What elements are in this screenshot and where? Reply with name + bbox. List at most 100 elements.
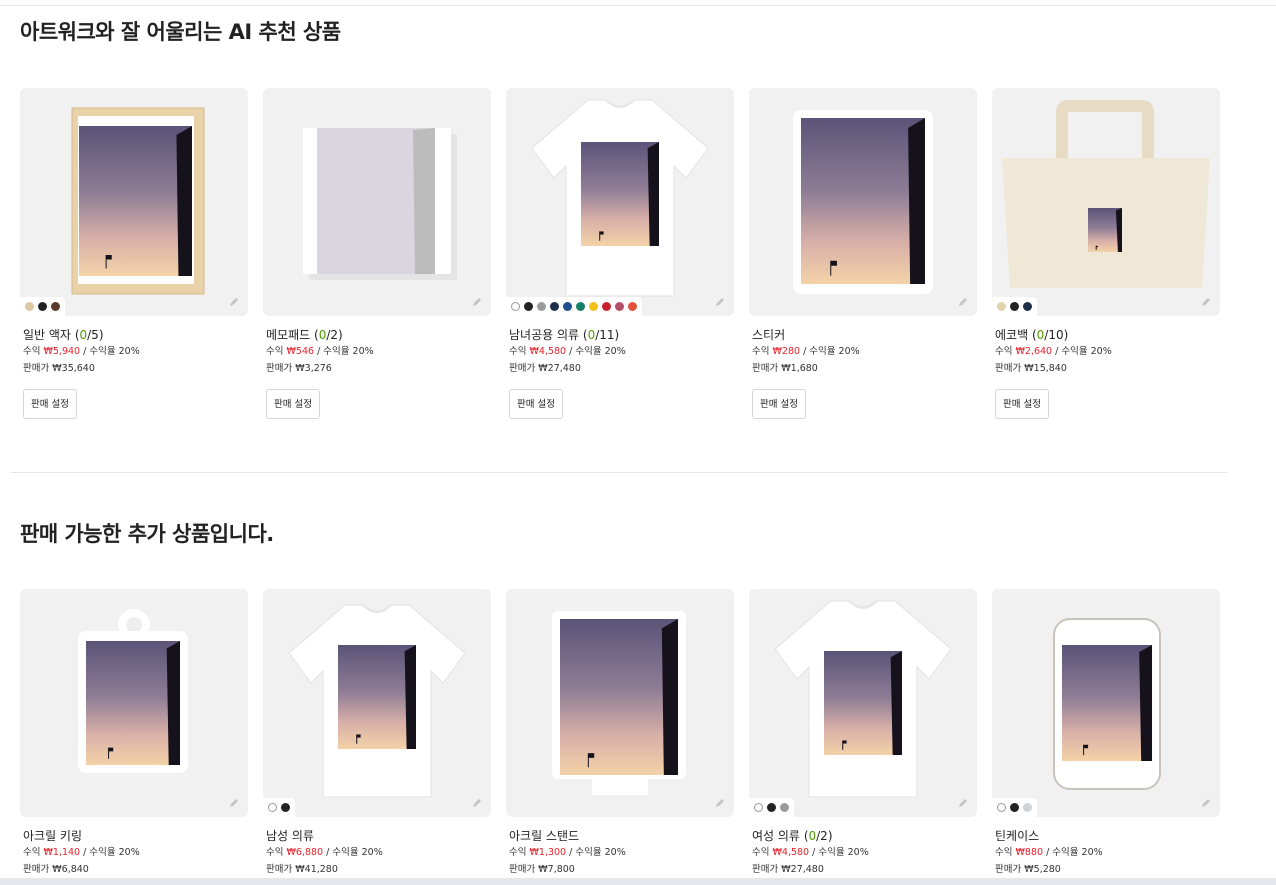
section-divider <box>11 472 1227 473</box>
profit-label: 수익 <box>23 847 41 858</box>
product-thumbnail[interactable] <box>749 589 977 817</box>
color-swatch[interactable] <box>25 302 34 311</box>
product-thumbnail[interactable] <box>20 589 248 817</box>
profit-label: 수익 <box>995 346 1013 357</box>
product-card[interactable]: 에코백 (0/10) 수익 ₩2,640 / 수익율 20% 판매가 ₩15,840… <box>992 88 1220 419</box>
product-thumbnail[interactable] <box>263 589 491 817</box>
product-price: 판매가 ₩1,680 <box>752 363 977 375</box>
color-swatch[interactable] <box>281 803 290 812</box>
count-total: /2) <box>816 829 833 843</box>
product-thumbnail[interactable] <box>506 88 734 316</box>
pencil-icon[interactable] <box>1200 797 1212 809</box>
product-thumbnail[interactable] <box>506 589 734 817</box>
profit-rate: / 수익율 20% <box>83 346 140 357</box>
color-swatch[interactable] <box>1023 803 1032 812</box>
product-card[interactable]: 일반 액자 (0/5) 수익 ₩5,940 / 수익율 20% 판매가 ₩35,64… <box>20 88 248 419</box>
color-swatch[interactable] <box>38 302 47 311</box>
product-count: (0/10) <box>1032 328 1068 342</box>
profit-label: 수익 <box>23 346 41 357</box>
sale-settings-button[interactable]: 판매 설정 <box>266 389 320 419</box>
product-thumbnail[interactable] <box>263 88 491 316</box>
pencil-icon[interactable] <box>1200 296 1212 308</box>
pencil-icon[interactable] <box>228 797 240 809</box>
color-swatches <box>992 798 1037 817</box>
product-thumbnail[interactable] <box>20 88 248 316</box>
product-profit: 수익 ₩280 / 수익율 20% <box>752 346 977 358</box>
product-price: 판매가 ₩3,276 <box>266 363 491 375</box>
section-title-additional: 판매 가능한 추가 상품입니다. <box>20 522 274 546</box>
color-swatch[interactable] <box>997 302 1006 311</box>
color-swatch[interactable] <box>602 302 611 311</box>
count-number: 0 <box>808 829 817 843</box>
profit-label: 수익 <box>752 346 770 357</box>
pencil-icon[interactable] <box>714 296 726 308</box>
color-swatch[interactable] <box>767 803 776 812</box>
profit-label: 수익 <box>266 346 284 357</box>
product-profit: 수익 ₩880 / 수익율 20% <box>995 847 1220 859</box>
product-card[interactable]: 아크릴 스탠드 수익 ₩1,300 / 수익율 20% 판매가 ₩7,800 <box>506 589 734 876</box>
price-value: ₩27,480 <box>781 864 824 875</box>
sale-settings-button[interactable]: 판매 설정 <box>509 389 563 419</box>
color-swatch[interactable] <box>268 803 277 812</box>
color-swatch[interactable] <box>754 803 763 812</box>
product-card[interactable]: 아크릴 키링 수익 ₩1,140 / 수익율 20% 판매가 ₩6,840 <box>20 589 248 876</box>
bottom-scroll-edge <box>0 878 1276 885</box>
product-card[interactable]: 여성 의류 (0/2) 수익 ₩4,580 / 수익율 20% 판매가 ₩27,48… <box>749 589 977 876</box>
section-title-recommended: 아트워크와 잘 어울리는 AI 추천 상품 <box>20 20 341 44</box>
color-swatch[interactable] <box>51 302 60 311</box>
profit-label: 수익 <box>752 847 770 858</box>
product-card[interactable]: 남녀공용 의류 (0/11) 수익 ₩4,580 / 수익율 20% 판매가 ₩27… <box>506 88 734 419</box>
sale-settings-button[interactable]: 판매 설정 <box>995 389 1049 419</box>
product-thumbnail[interactable] <box>992 88 1220 316</box>
price-value: ₩3,276 <box>295 363 332 374</box>
color-swatch[interactable] <box>1010 302 1019 311</box>
color-swatch[interactable] <box>628 302 637 311</box>
product-mockup-image <box>531 99 709 297</box>
color-swatch[interactable] <box>1010 803 1019 812</box>
color-swatch[interactable] <box>537 302 546 311</box>
color-swatch[interactable] <box>589 302 598 311</box>
profit-rate: / 수익율 20% <box>1055 346 1112 357</box>
product-mockup-image <box>78 609 188 773</box>
sale-settings-button[interactable]: 판매 설정 <box>23 389 77 419</box>
color-swatch[interactable] <box>615 302 624 311</box>
price-label: 판매가 <box>266 864 293 875</box>
product-mockup-image <box>303 128 457 280</box>
count-total: /11) <box>595 328 620 342</box>
product-card[interactable]: 스티커 수익 ₩280 / 수익율 20% 판매가 ₩1,680 판매 설정 <box>749 88 977 419</box>
product-mockup-image <box>793 110 933 294</box>
pencil-icon[interactable] <box>957 797 969 809</box>
count-total: /2) <box>326 328 343 342</box>
color-swatches <box>506 297 642 316</box>
pencil-icon[interactable] <box>714 797 726 809</box>
color-swatch[interactable] <box>1023 302 1032 311</box>
product-profit: 수익 ₩1,140 / 수익율 20% <box>23 847 248 859</box>
color-swatch[interactable] <box>524 302 533 311</box>
color-swatch[interactable] <box>576 302 585 311</box>
product-count: (0/2) <box>804 829 833 843</box>
color-swatch[interactable] <box>997 803 1006 812</box>
color-swatch[interactable] <box>780 803 789 812</box>
pencil-icon[interactable] <box>471 296 483 308</box>
pencil-icon[interactable] <box>228 296 240 308</box>
product-name: 에코백 (0/10) <box>995 327 1220 343</box>
pencil-icon[interactable] <box>957 296 969 308</box>
pencil-icon[interactable] <box>471 797 483 809</box>
color-swatch[interactable] <box>550 302 559 311</box>
product-card[interactable]: 틴케이스 수익 ₩880 / 수익율 20% 판매가 ₩5,280 <box>992 589 1220 876</box>
price-value: ₩41,280 <box>295 864 338 875</box>
color-swatch[interactable] <box>511 302 520 311</box>
price-value: ₩7,800 <box>538 864 575 875</box>
product-profit: 수익 ₩2,640 / 수익율 20% <box>995 346 1220 358</box>
product-card[interactable]: 남성 의류 수익 ₩6,880 / 수익율 20% 판매가 ₩41,280 <box>263 589 491 876</box>
product-thumbnail[interactable] <box>992 589 1220 817</box>
price-label: 판매가 <box>752 363 779 374</box>
color-swatch[interactable] <box>563 302 572 311</box>
product-thumbnail[interactable] <box>749 88 977 316</box>
color-swatches <box>20 297 65 316</box>
sale-settings-button[interactable]: 판매 설정 <box>752 389 806 419</box>
profit-label: 수익 <box>509 346 527 357</box>
product-mockup-image <box>288 604 466 798</box>
color-swatches <box>992 297 1037 316</box>
product-card[interactable]: 메모패드 (0/2) 수익 ₩546 / 수익율 20% 판매가 ₩3,276 판매 … <box>263 88 491 419</box>
